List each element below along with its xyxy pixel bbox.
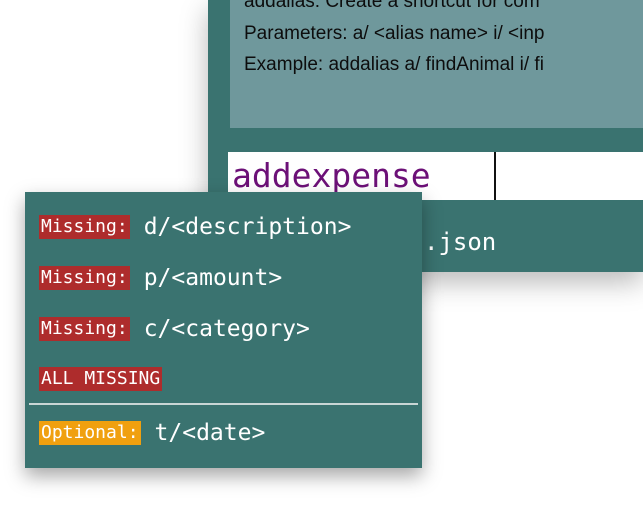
help-example: Example: addalias a/ findAnimal i/ fi	[244, 54, 544, 75]
optional-badge: Optional:	[39, 421, 141, 445]
param-date: t/<date>	[154, 420, 266, 446]
autocomplete-item-amount[interactable]: Missing: p/<amount>	[39, 263, 282, 293]
missing-badge: Missing:	[39, 266, 130, 290]
param-category: c/<category>	[143, 316, 310, 342]
autocomplete-popup: Missing: d/<description> Missing: p/<amo…	[25, 192, 422, 468]
missing-badge: Missing:	[39, 215, 130, 239]
text-caret	[494, 152, 496, 200]
help-panel: addalias: Create a shortcut for com Para…	[230, 0, 643, 128]
autocomplete-item-category[interactable]: Missing: c/<category>	[39, 314, 310, 344]
missing-badge: Missing:	[39, 317, 130, 341]
help-description: addalias: Create a shortcut for com	[244, 0, 540, 12]
param-amount: p/<amount>	[143, 265, 283, 291]
autocomplete-item-description[interactable]: Missing: d/<description>	[39, 212, 351, 242]
all-missing-badge: ALL MISSING	[39, 367, 163, 391]
all-missing-row[interactable]: ALL MISSING	[39, 364, 163, 394]
result-display-text: .json	[424, 228, 497, 256]
help-parameters: Parameters: a/ <alias name> i/ <inp	[244, 23, 545, 44]
param-description: d/<description>	[143, 214, 352, 240]
autocomplete-item-date[interactable]: Optional: t/<date>	[39, 418, 265, 448]
popup-divider	[29, 403, 418, 405]
